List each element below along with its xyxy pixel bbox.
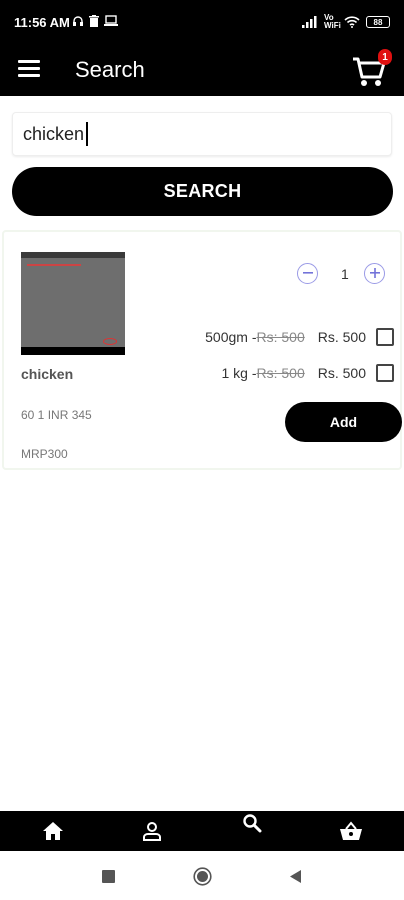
menu-icon-line <box>18 67 40 70</box>
battery-icon: 88 <box>366 16 390 28</box>
menu-icon-line <box>18 60 40 63</box>
text-cursor <box>86 122 88 146</box>
wifi-icon <box>344 16 360 28</box>
basket-icon <box>340 821 362 840</box>
variant-price: Rs. 500 <box>317 365 366 381</box>
search-input[interactable] <box>12 112 392 156</box>
image-detail <box>21 252 125 258</box>
nav-profile[interactable] <box>132 811 172 851</box>
menu-button[interactable] <box>18 60 40 78</box>
profile-icon <box>143 822 161 841</box>
laptop-icon <box>104 15 118 26</box>
variant-row: 500gm - Rs: 500 Rs. 500 <box>205 328 394 346</box>
variant-checkbox[interactable] <box>376 328 394 346</box>
image-detail <box>103 338 117 345</box>
minus-icon <box>302 272 313 274</box>
system-home-button[interactable] <box>193 867 212 891</box>
add-to-cart-button[interactable]: Add <box>285 402 402 442</box>
status-time: 11:56 AM <box>14 15 70 30</box>
cart-badge: 1 <box>378 49 392 65</box>
quantity-value: 1 <box>341 266 349 282</box>
status-system-icons: Vo WiFi 88 <box>302 14 390 30</box>
search-icon <box>243 814 262 833</box>
variant-strike-price: Rs: 500 <box>256 365 305 381</box>
variant-checkbox[interactable] <box>376 364 394 382</box>
product-meta: 60 1 INR 345 <box>21 408 92 422</box>
home-icon <box>43 822 63 840</box>
nav-search[interactable] <box>232 803 272 843</box>
square-icon <box>102 870 115 883</box>
signal-icon <box>302 16 317 28</box>
app-bar: Search 1 <box>0 44 404 96</box>
nav-home[interactable] <box>33 811 73 851</box>
product-mrp: MRP300 <box>21 447 68 461</box>
variant-price: Rs. 500 <box>317 329 366 345</box>
trash-icon <box>89 15 99 27</box>
menu-icon-line <box>18 74 40 77</box>
status-bar: 11:56 AM Vo WiFi 88 <box>0 0 404 44</box>
quantity-increase-button[interactable] <box>364 263 385 284</box>
page-title: Search <box>75 57 145 82</box>
plus-icon <box>369 268 380 278</box>
variant-row: 1 kg - Rs: 500 Rs. 500 <box>221 364 394 382</box>
product-image[interactable] <box>21 252 125 355</box>
variant-label: 500gm - <box>205 329 257 345</box>
recents-button[interactable] <box>102 870 115 888</box>
back-button[interactable] <box>289 869 302 889</box>
search-button[interactable]: SEARCH <box>12 167 393 216</box>
back-triangle-icon <box>290 870 301 883</box>
quantity-decrease-button[interactable] <box>297 263 318 284</box>
variant-label: 1 kg - <box>221 365 257 381</box>
vowifi-label: Vo WiFi <box>324 13 341 30</box>
image-detail <box>27 264 81 266</box>
product-card: chicken 60 1 INR 345 MRP300 1 500gm - Rs… <box>2 230 402 470</box>
system-nav-bar <box>0 851 404 900</box>
headset-icon <box>73 16 83 26</box>
variant-strike-price: Rs: 500 <box>256 329 305 345</box>
circle-icon <box>193 867 212 886</box>
product-name: chicken <box>21 366 74 382</box>
bottom-nav <box>0 811 404 851</box>
battery-level: 88 <box>373 17 383 27</box>
cart-button[interactable]: 1 <box>352 49 392 89</box>
status-notification-icons <box>72 15 118 27</box>
nav-basket[interactable] <box>331 811 371 851</box>
image-detail <box>21 347 125 355</box>
